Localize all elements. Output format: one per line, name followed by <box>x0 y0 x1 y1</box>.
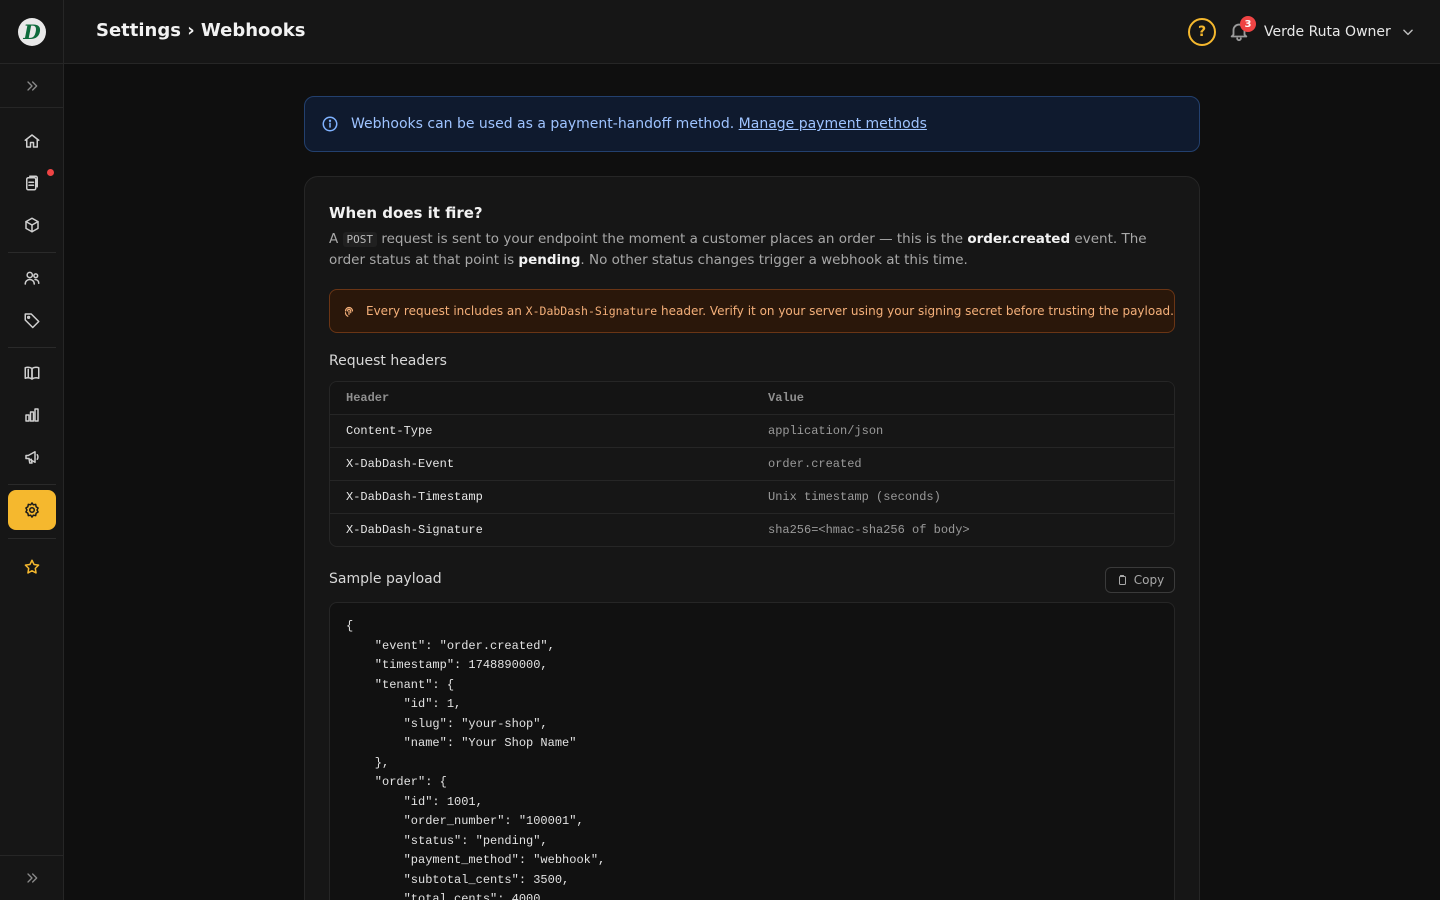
info-banner: Webhooks can be used as a payment-handof… <box>304 96 1200 152</box>
table-row: X-DabDash-Timestamp Unix timestamp (seco… <box>330 481 1174 514</box>
fire-title: When does it fire? <box>329 204 483 222</box>
gear-icon <box>25 502 39 518</box>
table-row: X-DabDash-Event order.created <box>330 448 1174 481</box>
chevron-down-icon <box>1402 29 1413 36</box>
column-header: Header <box>346 391 390 405</box>
box-icon <box>25 217 39 233</box>
webhook-details-card: When does it fire? A POST request is sen… <box>304 176 1200 900</box>
page-title: Settings › Webhooks <box>96 20 306 41</box>
sidebar: D <box>0 0 64 900</box>
request-headers-label: Request headers <box>329 353 447 369</box>
question-circle-icon: ? <box>1197 24 1207 40</box>
header-value: Unix timestamp (seconds) <box>768 490 941 504</box>
payload-code-block[interactable]: { "event": "order.created", "timestamp":… <box>329 602 1175 900</box>
sidebar-divider <box>8 347 56 348</box>
logo-mark: D <box>18 17 46 46</box>
user-menu[interactable]: Verde Ruta Owner <box>1264 20 1415 44</box>
user-name: Verde Ruta Owner <box>1264 24 1391 40</box>
desc-text: request is sent to your endpoint the mom… <box>377 231 968 247</box>
tag-icon <box>24 313 40 329</box>
copy-icon <box>1118 575 1126 585</box>
sidebar-item-analytics[interactable] <box>8 395 56 435</box>
desc-text: . No other status changes trigger a webh… <box>580 252 968 268</box>
signature-header-code: X-DabDash-Signature <box>525 304 658 318</box>
signature-warning: Every request includes an X-DabDash-Sign… <box>329 289 1175 333</box>
warning-text-a: Every request includes an <box>366 304 526 318</box>
help-button[interactable]: ? <box>1188 18 1216 46</box>
header-name: X-DabDash-Event <box>346 457 455 471</box>
header-value: order.created <box>768 457 862 471</box>
table-header-row: Header Value <box>330 382 1174 415</box>
info-text: Webhooks can be used as a payment-handof… <box>351 116 927 132</box>
column-header: Value <box>768 391 805 405</box>
manage-payment-methods-link[interactable]: Manage payment methods <box>739 116 927 132</box>
sample-payload-label: Sample payload <box>329 571 442 587</box>
home-icon <box>24 134 40 148</box>
table-row: Content-Type application/json <box>330 415 1174 448</box>
table-row: X-DabDash-Signature sha256=<hmac-sha256 … <box>330 514 1174 546</box>
sidebar-divider <box>8 484 56 485</box>
sidebar-item-home[interactable] <box>8 121 56 161</box>
clipboard-icon <box>26 175 38 191</box>
chevrons-right-icon <box>27 80 38 91</box>
chevrons-right-icon <box>27 873 38 883</box>
header-name: Content-Type <box>346 424 433 438</box>
app-logo[interactable]: D <box>0 0 64 64</box>
sidebar-collapse-button[interactable] <box>0 855 64 900</box>
sidebar-item-favorites[interactable] <box>8 547 56 587</box>
sidebar-item-settings[interactable] <box>8 490 56 530</box>
warning-text: Every request includes an X-DabDash-Sign… <box>366 304 1174 318</box>
fire-description: A POST request is sent to your endpoint … <box>329 229 1169 270</box>
copy-payload-button[interactable]: Copy <box>1105 567 1175 593</box>
status-name: pending <box>518 252 581 268</box>
bar-chart-icon <box>25 408 39 422</box>
sidebar-item-marketing[interactable] <box>8 437 56 477</box>
sidebar-item-orders[interactable] <box>8 163 56 203</box>
fingerprint-icon <box>344 306 354 317</box>
sidebar-item-docs[interactable] <box>8 353 56 393</box>
sidebar-item-customers[interactable] <box>8 258 56 298</box>
orders-notification-dot <box>47 169 54 176</box>
post-code: POST <box>342 232 378 247</box>
request-headers-table: Header Value Content-Type application/js… <box>329 381 1175 547</box>
header-name: X-DabDash-Timestamp <box>346 490 483 504</box>
copy-label: Copy <box>1133 573 1165 587</box>
sidebar-item-products[interactable] <box>8 205 56 245</box>
desc-text: A <box>329 231 343 247</box>
sidebar-divider <box>8 252 56 253</box>
info-icon <box>322 116 338 132</box>
header-value: sha256=<hmac-sha256 of body> <box>768 523 970 537</box>
book-icon <box>24 366 40 380</box>
sidebar-divider <box>8 538 56 539</box>
header-name: X-DabDash-Signature <box>346 523 483 537</box>
notification-badge: 3 <box>1240 16 1256 32</box>
sidebar-expand-button[interactable] <box>0 64 64 108</box>
sidebar-item-discounts[interactable] <box>8 300 56 340</box>
info-text-body: Webhooks can be used as a payment-handof… <box>351 116 739 132</box>
warning-text-b: header. Verify it on your server using y… <box>657 304 1174 318</box>
star-icon <box>24 559 40 574</box>
event-name: order.created <box>967 231 1071 247</box>
payload-code: { "event": "order.created", "timestamp":… <box>346 619 606 900</box>
users-icon <box>24 271 40 285</box>
top-bar: Settings › Webhooks ? 3 Verde Ruta Owner <box>64 0 1440 64</box>
header-value: application/json <box>768 424 884 438</box>
megaphone-icon <box>25 451 39 464</box>
